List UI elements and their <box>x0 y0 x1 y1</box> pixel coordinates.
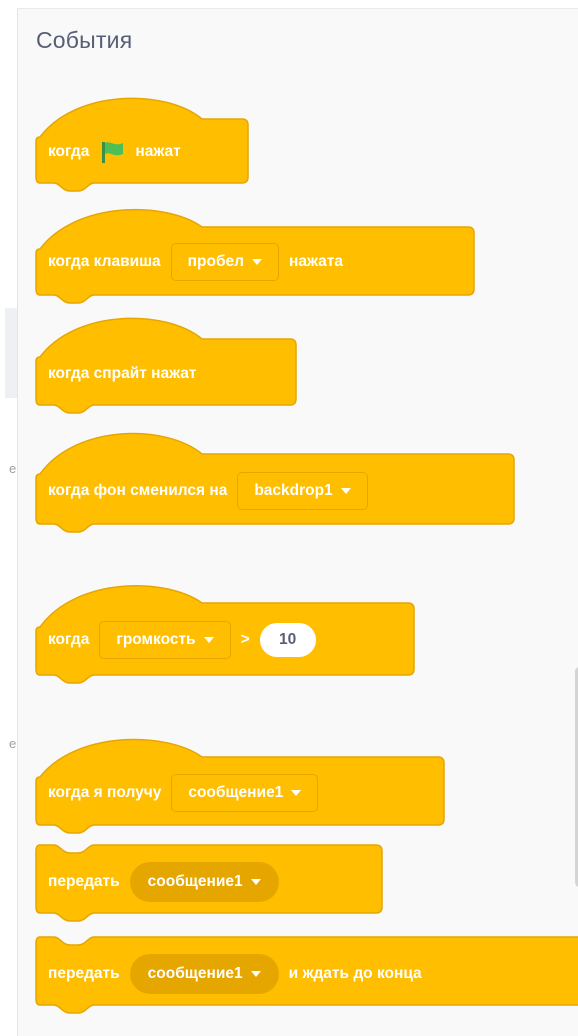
broadcast-message-value: сообщение1 <box>147 873 243 890</box>
broadcast-wait-message-value: сообщение1 <box>147 965 243 982</box>
threshold-input[interactable]: 10 <box>259 623 316 657</box>
chevron-down-icon <box>291 790 302 796</box>
block-label: нажат <box>135 143 181 160</box>
operator-label: > <box>240 631 250 648</box>
broadcast-wait-message-menu[interactable]: сообщение1 <box>129 954 279 994</box>
block-label: когда я получу <box>48 784 162 801</box>
block-label: и ждать до конца <box>288 965 422 982</box>
when-key-pressed-block[interactable]: когда клавиша пробел нажата <box>35 201 476 305</box>
sensor-dropdown[interactable]: громкость <box>99 621 231 659</box>
block-label: когда фон сменился на <box>48 482 228 499</box>
block-label: когда спрайт нажат <box>48 365 197 382</box>
block-label: когда <box>48 143 90 160</box>
edge-text-fragment: e <box>9 461 17 476</box>
broadcast-block[interactable]: передать сообщение1 <box>35 843 384 923</box>
when-greater-than-block[interactable]: когда громкость > 10 <box>35 577 416 687</box>
left-edge-strip <box>5 308 17 398</box>
block-palette: События когда нажат когда клавиша пробел… <box>17 8 578 1036</box>
when-backdrop-switches-block[interactable]: когда фон сменился на backdrop1 <box>35 424 516 534</box>
category-title: События <box>36 27 133 53</box>
block-label: нажата <box>289 253 344 270</box>
block-label: когда клавиша <box>48 253 161 270</box>
scratch-blocks-palette-screen: e e События когда нажат когда клавиша пр… <box>0 0 578 1036</box>
block-label: передать <box>48 873 120 890</box>
block-label: передать <box>48 965 120 982</box>
when-i-receive-block[interactable]: когда я получу сообщение1 <box>35 731 446 837</box>
chevron-down-icon <box>203 637 214 643</box>
broadcast-message-menu[interactable]: сообщение1 <box>129 862 279 902</box>
backdrop-dropdown[interactable]: backdrop1 <box>237 472 368 510</box>
key-dropdown-value: пробел <box>187 253 245 270</box>
key-dropdown[interactable]: пробел <box>170 243 280 281</box>
chevron-down-icon <box>252 259 263 265</box>
left-edge-area: e e <box>0 0 17 1036</box>
chevron-down-icon <box>250 879 261 885</box>
sensor-dropdown-value: громкость <box>116 631 196 648</box>
block-label: когда <box>48 631 90 648</box>
green-flag-icon <box>102 142 124 163</box>
backdrop-dropdown-value: backdrop1 <box>254 482 333 499</box>
message-dropdown-value: сообщение1 <box>188 784 284 801</box>
edge-text-fragment: e <box>9 736 17 751</box>
chevron-down-icon <box>250 971 261 977</box>
when-flag-clicked-block[interactable]: когда нажат <box>35 89 252 195</box>
message-dropdown[interactable]: сообщение1 <box>171 774 319 812</box>
broadcast-and-wait-block[interactable]: передать сообщение1 и ждать до конца <box>35 935 578 1019</box>
chevron-down-icon <box>340 488 351 494</box>
when-sprite-clicked-block[interactable]: когда спрайт нажат <box>35 309 298 415</box>
